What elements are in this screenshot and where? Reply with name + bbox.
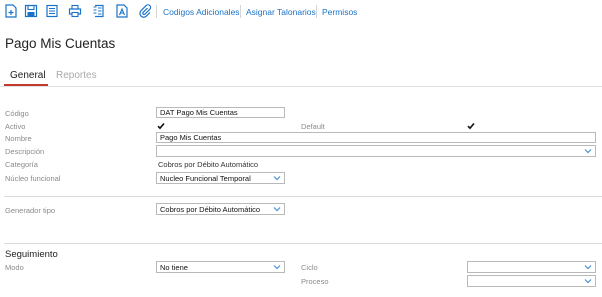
save-icon[interactable] [24,4,38,18]
tab-reportes[interactable]: Reportes [56,70,97,81]
proceso-label: Proceso [301,277,329,286]
tab-general[interactable]: General [10,70,46,81]
generador-tipo-select[interactable]: Cobros por Débito Automático [156,203,285,215]
print-icon[interactable] [68,4,82,18]
seguimiento-heading: Seguimiento [5,249,58,260]
permisos-link[interactable]: Permisos [322,7,357,17]
default-label: Default [301,122,325,131]
section-divider [4,243,602,244]
codigos-adicionales-link[interactable]: Codigos Adicionales [163,7,240,17]
categoria-value: Cobros por Débito Automático [158,160,259,169]
new-document-icon[interactable] [4,4,18,18]
ciclo-label: Ciclo [301,263,318,272]
nucleo-funcional-label: Núcleo funcional [5,174,61,183]
text-document-icon[interactable] [115,4,129,18]
toolbar-separator [240,5,241,18]
active-tab-indicator [4,84,48,86]
page-title: Pago Mis Cuentas [5,36,116,51]
modo-label: Modo [5,263,24,272]
attachment-icon[interactable] [138,4,152,18]
generador-tipo-label: Generador tipo [5,206,56,215]
toolbar-separator [156,5,157,18]
codigo-label: Código [5,109,29,118]
categoria-label: Categoría [5,160,38,169]
chevron-down-icon [273,176,281,181]
activo-checkbox[interactable] [157,122,165,130]
nombre-field[interactable]: Pago Mis Cuentas [156,132,596,143]
proceso-select[interactable] [467,275,596,287]
descripcion-label: Descripción [5,147,45,156]
chevron-down-icon [273,207,281,212]
chevron-down-icon [584,265,592,270]
tab-bar: General Reportes [0,68,602,88]
modo-value: No tiene [160,263,188,272]
asignar-talonarios-link[interactable]: Asignar Talonarios [246,7,316,17]
section-divider [4,196,602,197]
descripcion-select[interactable] [156,145,596,157]
checkmark-icon [157,122,165,130]
ciclo-select[interactable] [467,261,596,273]
nombre-label: Nombre [5,134,32,143]
toolbar-separator [316,5,317,18]
chevron-down-icon [273,265,281,270]
chevron-down-icon [584,149,592,154]
notes-icon[interactable] [45,4,59,18]
toolbar: Codigos Adicionales Asignar Talonarios P… [0,0,602,24]
default-checkbox[interactable] [467,122,475,130]
generador-tipo-value: Cobros por Débito Automático [160,205,261,214]
activo-label: Activo [5,122,26,131]
document-list-icon[interactable] [92,4,106,18]
chevron-down-icon [584,279,592,284]
nucleo-funcional-value: Nucleo Funcional Temporal [160,174,251,183]
codigo-field[interactable]: DAT Pago Mis Cuentas [156,107,285,118]
nucleo-funcional-select[interactable]: Nucleo Funcional Temporal [156,172,285,184]
tabs-divider [0,86,602,87]
checkmark-icon [467,122,475,130]
modo-select[interactable]: No tiene [156,261,285,273]
